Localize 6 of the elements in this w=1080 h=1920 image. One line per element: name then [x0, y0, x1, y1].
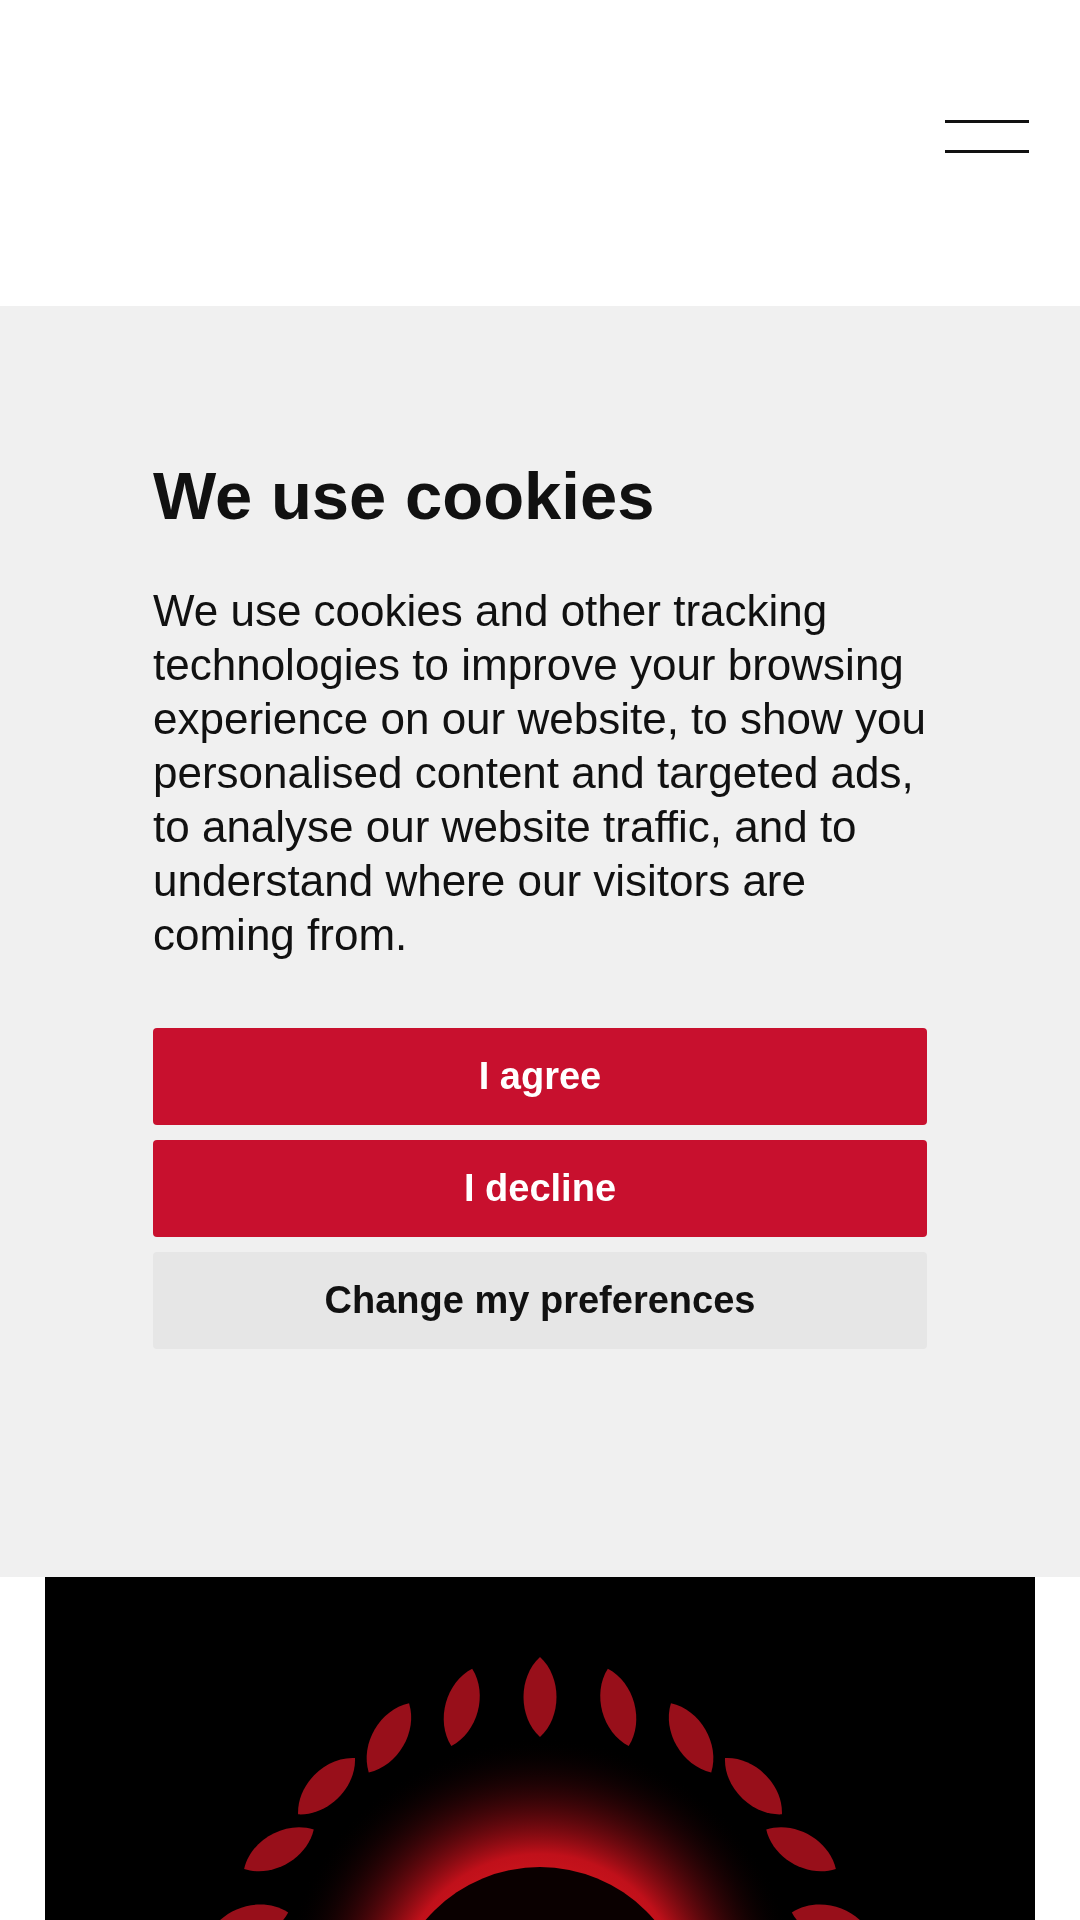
- consent-button[interactable]: I decline: [153, 1140, 927, 1238]
- consent-button[interactable]: Change my preferences: [153, 1252, 927, 1350]
- banner-title: We use cookies: [153, 457, 656, 535]
- consent-button[interactable]: I agree: [153, 1028, 927, 1126]
- banner-message: We use cookies and other tracking technologies to improve your browsing experience on our website, to show you personalised content and targeted ads, to analyse our website traffic, and to understand where our visitors are coming from.: [153, 585, 927, 962]
- menu-icon[interactable]: [945, 120, 1029, 153]
